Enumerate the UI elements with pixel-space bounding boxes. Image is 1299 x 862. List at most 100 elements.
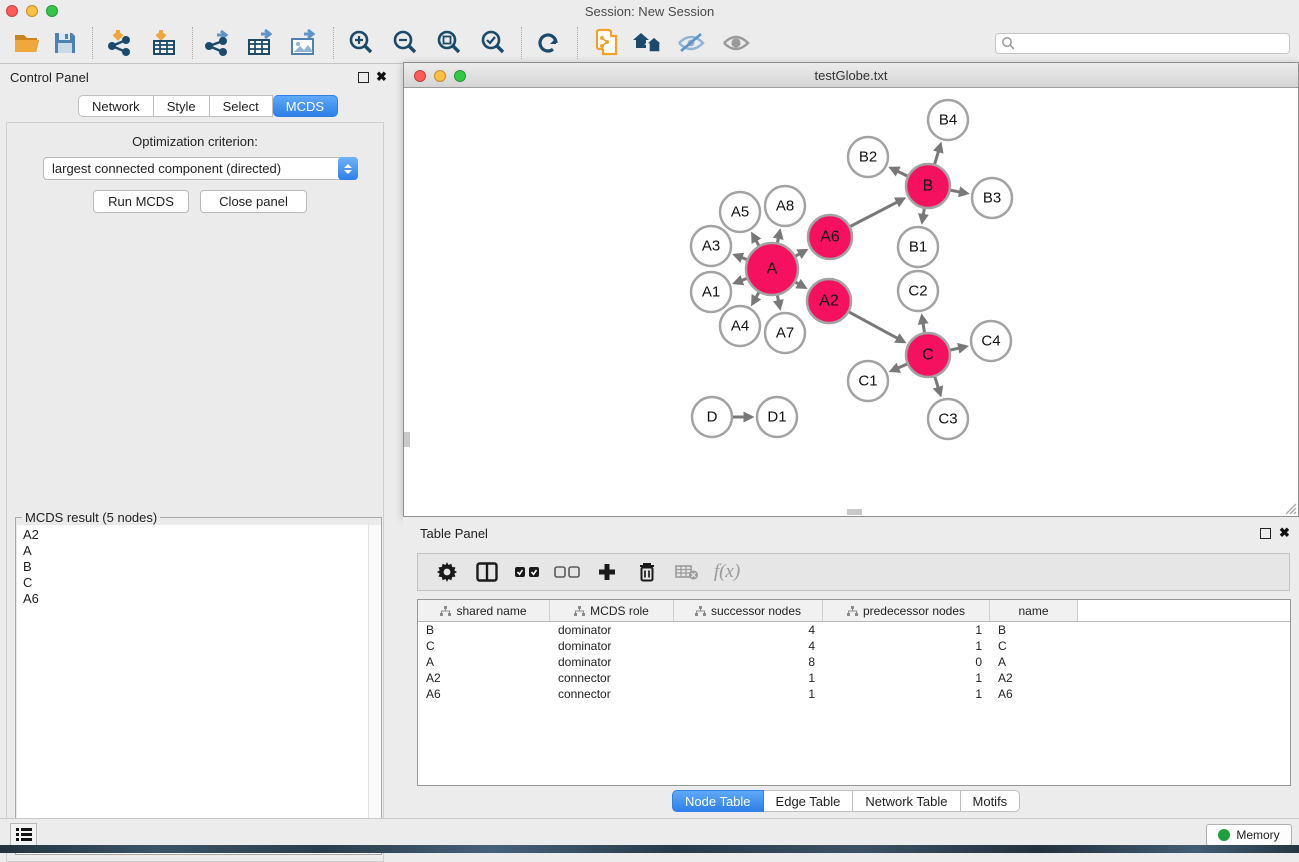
graph-node-C1[interactable]: C1 xyxy=(848,361,888,401)
edge-A-A1[interactable] xyxy=(742,279,747,281)
gear-icon[interactable] xyxy=(434,559,460,585)
edge-A-A4[interactable] xyxy=(756,293,759,298)
add-icon[interactable] xyxy=(594,559,620,585)
table-row[interactable]: Cdominator41C xyxy=(418,638,1290,654)
tab-mcds[interactable]: MCDS xyxy=(273,95,338,117)
edge-A-A7[interactable] xyxy=(777,295,778,300)
float-table-panel-icon[interactable] xyxy=(1260,528,1271,539)
memory-button[interactable]: Memory xyxy=(1206,824,1292,846)
graph-node-D1[interactable]: D1 xyxy=(757,397,797,437)
edge-A-A5[interactable] xyxy=(756,241,759,246)
graph-node-B3[interactable]: B3 xyxy=(972,178,1012,218)
graph-node-C3[interactable]: C3 xyxy=(928,399,968,439)
column-header-predecessor-nodes[interactable]: predecessor nodes xyxy=(823,600,990,621)
network-window-titlebar[interactable]: testGlobe.txt xyxy=(404,63,1298,88)
select-all-icon[interactable] xyxy=(514,559,540,585)
graph-node-A[interactable]: A xyxy=(746,243,798,295)
edge-A2-C[interactable] xyxy=(849,312,897,338)
result-list-item[interactable]: B xyxy=(17,559,381,575)
column-header-MCDS-role[interactable]: MCDS role xyxy=(550,600,674,621)
graph-node-A1[interactable]: A1 xyxy=(691,272,731,312)
tab-motifs[interactable]: Motifs xyxy=(961,790,1021,812)
zoom-fit-icon[interactable] xyxy=(429,22,469,64)
save-session-icon[interactable] xyxy=(45,22,85,64)
zoom-selected-icon[interactable] xyxy=(473,22,513,64)
edge-C-C3[interactable] xyxy=(935,377,938,388)
tab-style[interactable]: Style xyxy=(154,95,210,117)
graph-node-B1[interactable]: B1 xyxy=(898,227,938,267)
columns-icon[interactable] xyxy=(474,559,500,585)
home-icon[interactable] xyxy=(628,22,668,64)
graph-node-B2[interactable]: B2 xyxy=(848,137,888,177)
graph-node-A6[interactable]: A6 xyxy=(808,215,852,259)
graph-node-A7[interactable]: A7 xyxy=(765,313,805,353)
zoom-out-icon[interactable] xyxy=(385,22,425,64)
deselect-all-icon[interactable] xyxy=(554,559,580,585)
edge-A-A2[interactable] xyxy=(796,282,799,284)
graph-node-B[interactable]: B xyxy=(906,164,950,208)
network-file-icon[interactable] xyxy=(588,22,628,64)
graph-node-A8[interactable]: A8 xyxy=(765,186,805,226)
close-panel-icon[interactable]: ✖ xyxy=(376,69,387,85)
result-scrollbar[interactable] xyxy=(368,525,381,854)
result-list-item[interactable]: A xyxy=(17,543,381,559)
edge-B-B1[interactable] xyxy=(923,209,924,215)
graph-node-C2[interactable]: C2 xyxy=(898,271,938,311)
column-header-successor-nodes[interactable]: successor nodes xyxy=(674,600,823,621)
tab-network-table[interactable]: Network Table xyxy=(853,790,960,812)
export-table-icon[interactable] xyxy=(241,22,281,64)
edge-B-B2[interactable] xyxy=(898,171,908,176)
column-header-shared-name[interactable]: shared name xyxy=(418,600,550,621)
edge-A-A3[interactable] xyxy=(742,258,747,260)
table-row[interactable]: Bdominator41B xyxy=(418,622,1290,638)
tab-edge-table[interactable]: Edge Table xyxy=(764,790,854,812)
graph-node-A5[interactable]: A5 xyxy=(720,192,760,232)
edge-C-C1[interactable] xyxy=(898,364,907,368)
delete-icon[interactable] xyxy=(634,559,660,585)
import-network-icon[interactable] xyxy=(100,22,140,64)
graph-node-B4[interactable]: B4 xyxy=(928,100,968,140)
graph-node-D[interactable]: D xyxy=(692,397,732,437)
network-canvas[interactable]: A A1 A3 A4 A5 A7 A8A6 A2 B B1 B2 B3B4 C C1 C2 C3C4 D D1 xyxy=(404,88,1298,516)
graph-node-C4[interactable]: C4 xyxy=(971,321,1011,361)
edge-A-A8[interactable] xyxy=(777,238,778,242)
close-panel-button[interactable]: Close panel xyxy=(200,190,307,213)
import-table-icon[interactable] xyxy=(144,22,184,64)
edge-C-C4[interactable] xyxy=(950,348,958,350)
edge-A-A6[interactable] xyxy=(796,254,800,256)
open-file-icon[interactable] xyxy=(7,22,47,64)
resize-grip[interactable] xyxy=(1283,501,1297,515)
hide-details-icon[interactable] xyxy=(671,22,711,64)
table-row[interactable]: A6connector11A6 xyxy=(418,686,1290,702)
export-image-icon[interactable] xyxy=(284,22,324,64)
run-mcds-button[interactable]: Run MCDS xyxy=(93,190,189,213)
edge-C-C2[interactable] xyxy=(923,324,924,333)
edge-B-B3[interactable] xyxy=(951,190,960,192)
graph-node-A3[interactable]: A3 xyxy=(691,226,731,266)
zoom-in-icon[interactable] xyxy=(341,22,381,64)
show-details-icon[interactable] xyxy=(716,22,756,64)
result-list-item[interactable]: A2 xyxy=(17,527,381,543)
table-row[interactable]: A2connector11A2 xyxy=(418,670,1290,686)
column-header-name[interactable]: name xyxy=(990,600,1078,621)
refresh-icon[interactable] xyxy=(528,22,568,64)
table-row[interactable]: Adominator80A xyxy=(418,654,1290,670)
edge-A6-B[interactable] xyxy=(850,202,897,226)
graph-node-A4[interactable]: A4 xyxy=(720,306,760,346)
export-network-icon[interactable] xyxy=(197,22,237,64)
graph-node-A2[interactable]: A2 xyxy=(807,279,851,323)
tab-select[interactable]: Select xyxy=(210,95,273,117)
close-table-panel-icon[interactable]: ✖ xyxy=(1279,525,1290,541)
tab-network[interactable]: Network xyxy=(78,95,154,117)
criterion-dropdown[interactable]: largest connected component (directed) xyxy=(43,157,358,180)
task-history-button[interactable] xyxy=(10,823,37,846)
result-list-item[interactable]: A6 xyxy=(17,591,381,607)
search-input[interactable] xyxy=(995,33,1290,54)
network-vertical-scrollbar[interactable] xyxy=(404,432,410,447)
network-horizontal-scrollbar[interactable] xyxy=(847,509,862,515)
result-list-item[interactable]: C xyxy=(17,575,381,591)
float-panel-icon[interactable] xyxy=(358,72,369,83)
tab-node-table[interactable]: Node Table xyxy=(672,790,764,812)
edge-B-B4[interactable] xyxy=(935,152,939,164)
graph-node-C[interactable]: C xyxy=(906,333,950,377)
